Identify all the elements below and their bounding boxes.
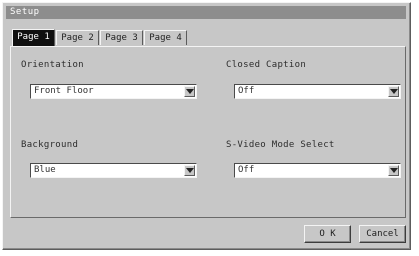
background-select[interactable]: Blue — [30, 163, 197, 178]
orientation-select[interactable]: Front Floor — [30, 84, 197, 99]
tab-page-4[interactable]: Page 4 — [144, 30, 187, 45]
title-bar: Setup — [6, 6, 406, 19]
window-title: Setup — [10, 7, 40, 17]
s-video-mode-value: Off — [238, 165, 255, 175]
tab-panel — [10, 46, 406, 218]
ok-button[interactable]: O K — [304, 225, 351, 243]
orientation-label: Orientation — [21, 60, 84, 70]
closed-caption-select[interactable]: Off — [234, 84, 401, 99]
dropdown-arrow-icon[interactable] — [388, 86, 399, 97]
closed-caption-label: Closed Caption — [226, 60, 307, 70]
tab-page-2[interactable]: Page 2 — [56, 30, 99, 45]
orientation-value: Front Floor — [34, 86, 94, 96]
tab-page-3[interactable]: Page 3 — [100, 30, 143, 45]
background-value: Blue — [34, 165, 56, 175]
dropdown-arrow-icon[interactable] — [184, 86, 195, 97]
cancel-button[interactable]: Cancel — [359, 225, 406, 243]
background-label: Background — [21, 140, 79, 150]
s-video-mode-label: S-Video Mode Select — [226, 140, 335, 150]
tab-page-1[interactable]: Page 1 — [12, 29, 55, 46]
closed-caption-value: Off — [238, 86, 255, 96]
s-video-mode-select[interactable]: Off — [234, 163, 401, 178]
setup-dialog: Setup Page 1 Page 2 Page 3 Page 4 Orient… — [2, 2, 411, 250]
dropdown-arrow-icon[interactable] — [388, 165, 399, 176]
dropdown-arrow-icon[interactable] — [184, 165, 195, 176]
